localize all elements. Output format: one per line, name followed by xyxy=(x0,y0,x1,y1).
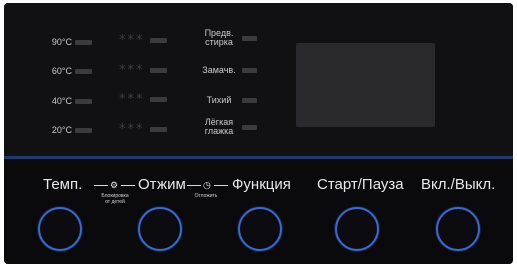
spin-stars: *** xyxy=(119,122,145,137)
temp-indicator-60: 60°C xyxy=(42,66,92,76)
separator: — xyxy=(94,176,108,192)
indicator-panel: 90°C 60°C 40°C 20°C *** *** *** *** Пред… xyxy=(4,3,513,156)
option-quiet: Тихий xyxy=(200,96,257,105)
spin-indicator-2: *** xyxy=(119,63,167,78)
temp-button-label: Темп. xyxy=(43,176,83,193)
spin-button[interactable] xyxy=(138,207,182,251)
spin-led xyxy=(149,38,167,43)
spin-led xyxy=(149,127,167,132)
temp-indicator-40: 40°C xyxy=(42,96,92,106)
button-panel: Темп. — ⚙ — Блокировка от детей Отжим — … xyxy=(4,159,513,264)
delay-label: Отложить xyxy=(194,193,218,199)
option-easy-iron: Лёгкая глажка xyxy=(200,118,257,136)
function-button-label: Функция xyxy=(232,176,291,193)
temp-led xyxy=(75,68,92,74)
option-soak: Замачв. xyxy=(200,66,257,75)
temp-led xyxy=(75,98,92,104)
power-button[interactable] xyxy=(436,207,480,251)
temp-label: 20°C xyxy=(51,125,72,135)
temp-led xyxy=(75,39,92,45)
spin-indicator-3: *** xyxy=(119,92,167,107)
separator: — xyxy=(187,176,201,192)
option-led xyxy=(242,68,257,73)
start-pause-button-label: Старт/Пауза xyxy=(317,176,404,193)
option-led xyxy=(242,124,257,130)
temp-indicator-20: 20°C xyxy=(42,125,92,135)
function-button[interactable] xyxy=(238,207,282,251)
temp-label: 90°C xyxy=(51,37,72,47)
spin-led xyxy=(149,97,167,102)
option-label: стирка xyxy=(205,37,233,47)
temp-label: 60°C xyxy=(51,66,72,76)
spin-stars: *** xyxy=(119,92,145,107)
start-pause-button[interactable] xyxy=(335,207,379,251)
temp-label: 40°C xyxy=(51,96,72,106)
temp-led xyxy=(75,127,92,133)
option-label: глажка xyxy=(204,126,234,136)
option-led xyxy=(242,35,257,41)
spin-indicator-1: *** xyxy=(119,33,167,48)
option-prewash: Предв. стирка xyxy=(200,29,257,47)
spin-stars: *** xyxy=(119,63,145,78)
option-label: Замачв. xyxy=(202,65,236,75)
control-panel: 90°C 60°C 40°C 20°C *** *** *** *** Пред… xyxy=(4,3,513,264)
separator: — xyxy=(214,176,228,192)
option-label: Тихий xyxy=(206,95,232,105)
spin-stars: *** xyxy=(119,33,145,48)
temp-indicator-90: 90°C xyxy=(42,37,92,47)
spin-led xyxy=(149,68,167,73)
lcd-display xyxy=(296,43,435,127)
temp-button[interactable] xyxy=(38,207,82,251)
power-button-label: Вкл./Выкл. xyxy=(421,176,496,193)
child-lock-label: Блокировка от детей xyxy=(101,193,129,205)
option-led xyxy=(242,98,257,103)
child-lock-icon: ⚙ xyxy=(110,180,119,190)
spin-button-label: Отжим xyxy=(138,176,186,193)
spin-indicator-4: *** xyxy=(119,122,167,137)
separator: — xyxy=(121,176,135,192)
clock-icon: ◷ xyxy=(203,180,211,190)
